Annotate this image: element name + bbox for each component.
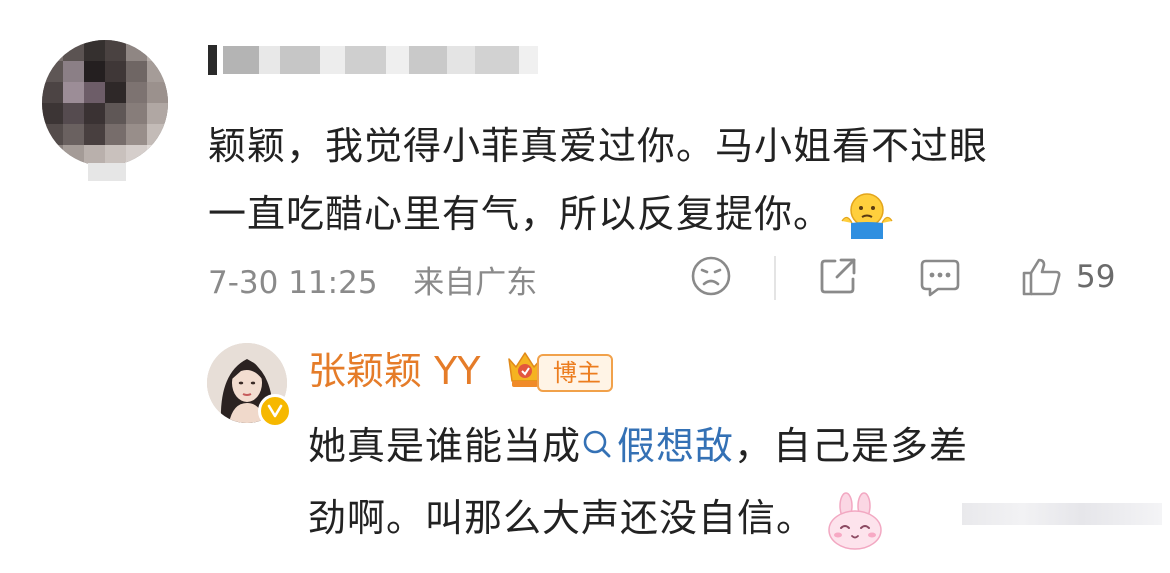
share-button[interactable]	[817, 255, 859, 297]
reply-text-before-topic: 她真是谁能当成	[308, 424, 582, 468]
comment-line-2-text: 一直吃醋心里有气，所以反复提你。	[208, 192, 833, 236]
blurred-overflow-text	[962, 503, 1162, 525]
dislike-button[interactable]	[690, 255, 732, 297]
reply-text-after-topic: ，自己是多差	[734, 424, 969, 468]
shrug-emoji-icon	[838, 191, 896, 243]
comment-line-1: 颖颖，我觉得小菲真爱过你。马小姐看不过眼	[208, 124, 989, 168]
reply-line-1: 她真是谁能当成 假想敌，自己是多差	[308, 410, 1148, 482]
avatar-mosaic-edge	[88, 163, 126, 181]
commenter-avatar[interactable]	[42, 40, 168, 166]
verified-badge-icon	[258, 394, 292, 428]
topic-link-label: 假想敌	[617, 424, 735, 468]
comment-icon	[920, 259, 960, 297]
like-count: 59	[1076, 259, 1116, 295]
comment-meta: 7-30 11:25 来自广东	[208, 257, 537, 302]
bunny-emoji-icon	[825, 491, 885, 550]
commenter-name-redacted[interactable]	[208, 40, 538, 80]
blogger-name[interactable]: 张颖颖 YY	[308, 346, 481, 396]
blogger-badge: 博主	[537, 354, 613, 392]
dislike-face-icon	[691, 256, 731, 296]
comment-timestamp: 7-30 11:25	[208, 265, 378, 301]
search-icon	[581, 412, 615, 458]
action-divider	[774, 256, 776, 300]
comment-button[interactable]	[918, 255, 962, 299]
reply-body: 她真是谁能当成 假想敌，自己是多差 劲啊。叫那么大声还没自信。	[308, 410, 1148, 554]
share-icon	[820, 258, 856, 294]
thumb-up-icon	[1022, 258, 1061, 296]
comment-body: 颖颖，我觉得小菲真爱过你。马小姐看不过眼 一直吃醋心里有气，所以反复提你。	[208, 112, 1148, 248]
reply-line-2-text: 劲啊。叫那么大声还没自信。	[308, 496, 816, 540]
comment-line-2: 一直吃醋心里有气，所以反复提你。	[208, 180, 1148, 248]
like-button[interactable]: 59	[1020, 255, 1115, 299]
topic-link[interactable]: 假想敌	[581, 424, 734, 468]
comment-location: 来自广东	[413, 265, 538, 301]
